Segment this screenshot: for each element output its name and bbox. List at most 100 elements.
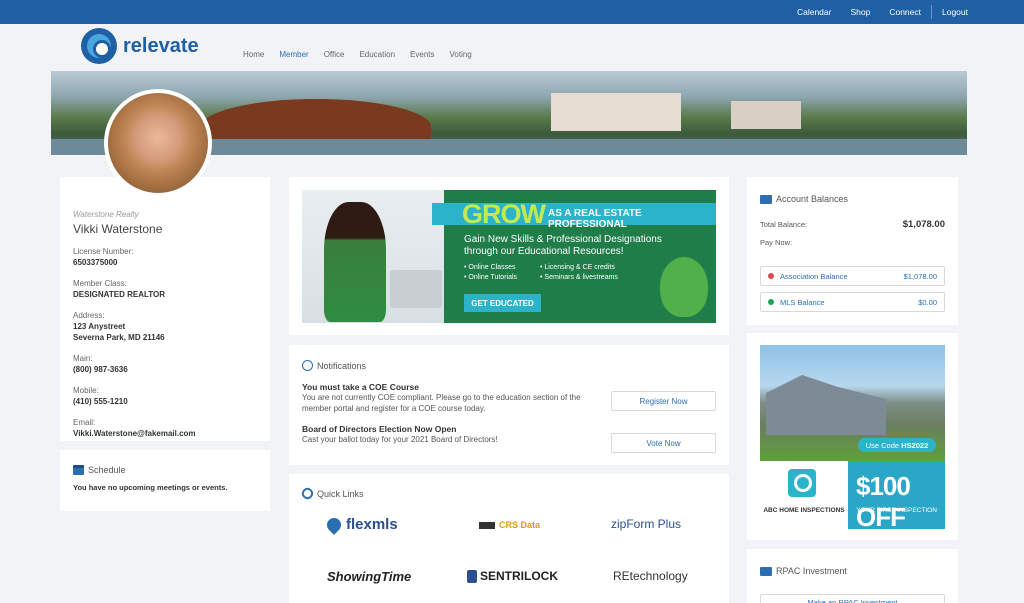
brand-name: relevate [123,34,199,57]
brand-logo[interactable]: relevate [81,28,199,64]
rpac-invest-button[interactable]: Make an RPAC Investment [760,594,945,603]
top-bar: Calendar Shop Connect Logout [0,0,1024,24]
flexmls-label: flexmls [346,516,398,533]
nav-events[interactable]: Events [410,50,434,59]
balance-amount: $1,078.00 [903,271,937,281]
total-balance-label: Total Balance: [760,220,808,229]
ad-footer: ABC HOME INSPECTIONS $100 OFF YOUR FIRST… [760,461,945,529]
nav-home[interactable]: Home [243,50,264,59]
notifications-card: Notifications You must take a COE Course… [289,345,729,465]
get-educated-button[interactable]: GET EDUCATED [464,294,541,312]
promo-headline: GROW [462,199,546,229]
top-link-calendar[interactable]: Calendar [797,7,832,17]
mobile-label: Mobile: [73,386,99,395]
flexmls-link[interactable]: flexmls [324,514,398,535]
top-link-connect[interactable]: Connect [889,7,921,17]
notifications-title: Notifications [317,360,367,371]
total-balance-value: $1,078.00 [902,219,945,230]
account-balances-card: Account Balances Total Balance: $1,078.0… [747,177,958,325]
notification-body: Cast your ballot today for your 2021 Boa… [302,435,498,444]
address-line2: Severna Park, MD 21146 [73,333,165,342]
register-now-button[interactable]: Register Now [611,391,716,411]
balance-amount: $0.00 [918,297,937,307]
top-divider [931,5,932,19]
top-link-shop[interactable]: Shop [850,7,870,17]
promo-description: Gain New Skills & Professional Designati… [464,234,662,257]
address-line1: 123 Anystreet [73,322,126,331]
nav-office[interactable]: Office [324,50,345,59]
nav-education[interactable]: Education [359,50,395,59]
logout-link[interactable]: Logout [942,7,968,17]
status-dot-icon [768,273,774,279]
education-promo-banner[interactable]: GROW AS A REAL ESTATE PROFESSIONAL Gain … [302,190,716,323]
main-phone-label: Main: [73,354,93,363]
promo-person [324,202,386,322]
nav-voting[interactable]: Voting [450,50,472,59]
profile-card: Waterstone Realty Vikki Waterstone Licen… [60,177,270,441]
crs-logo-icon [479,521,495,529]
status-dot-icon [768,299,774,305]
calendar-icon [73,465,84,475]
notification-item: You must take a COE Course You are not c… [302,382,598,414]
banner-house [551,93,681,131]
promo-bullet: • Licensing & CE credits [540,264,615,271]
promo-bullets: • Online Classes • Licensing & CE credit… [464,263,664,283]
notification-item: Board of Directors Election Now Open Cas… [302,424,598,445]
notification-title: You must take a COE Course [302,382,419,392]
quick-links-card: Quick Links flexmls CRS Data zipForm Plu… [289,474,729,603]
home-inspection-ad[interactable]: Use Code HS2022 ABC HOME INSPECTIONS $10… [760,345,945,529]
retechnology-link[interactable]: REtechnology [613,569,688,583]
magnifier-icon [788,469,816,497]
rpac-title: RPAC Investment [776,566,847,576]
vote-now-button[interactable]: Vote Now [611,433,716,453]
ad-house-photo: Use Code HS2022 [760,345,945,461]
association-balance-button[interactable]: Association Balance $1,078.00 [760,266,945,286]
profile-company: Waterstone Realty [73,210,139,219]
nav-member[interactable]: Member [279,50,308,59]
showingtime-link[interactable]: ShowingTime [327,569,411,584]
pay-now-label: Pay Now: [760,238,793,247]
ad-company: ABC HOME INSPECTIONS [760,461,848,529]
ad-company-name: ABC HOME INSPECTIONS [763,507,845,514]
mls-balance-button[interactable]: MLS Balance $0.00 [760,292,945,312]
promo-content: GROW AS A REAL ESTATE PROFESSIONAL Gain … [432,190,716,323]
card-icon [760,566,772,576]
promo-code-prefix: Use Code [865,440,900,450]
license-value: 6503375000 [73,258,118,267]
quick-links-title: Quick Links [317,488,364,499]
sentrilock-link[interactable]: SENTRILOCK [467,569,558,583]
ad-houses [766,375,886,435]
promo-code-badge: Use Code HS2022 [858,438,936,452]
crs-data-link[interactable]: CRS Data [479,520,540,530]
member-class-value: DESIGNATED REALTOR [73,290,166,299]
leaf-icon [660,257,708,317]
rpac-card: RPAC Investment Make an RPAC Investment [747,549,958,603]
promo-photo [302,190,444,323]
promo-laptop [390,270,442,308]
profile-avatar [104,89,212,197]
zipform-link[interactable]: zipForm Plus [611,517,681,531]
promo-bullet: • Online Classes [464,264,516,271]
promo-bullet: • Seminars & livestreams [540,274,618,281]
promo-subheadline: AS A REAL ESTATE PROFESSIONAL [548,208,642,230]
total-balance-row: Total Balance: $1,078.00 [760,219,945,230]
banner-house-small [731,101,801,129]
sentrilock-label: SENTRILOCK [480,569,558,583]
balance-name: MLS Balance [780,297,825,307]
profile-name: Vikki Waterstone [73,222,163,236]
notification-body: You are not currently COE compliant. Ple… [302,393,581,413]
email-value[interactable]: Vikki.Waterstone@fakemail.com [73,428,257,439]
education-promo-card: GROW AS A REAL ESTATE PROFESSIONAL Gain … [289,177,729,335]
schedule-title: Schedule [88,465,126,475]
promo-code: HS2022 [901,440,929,450]
ad-offer-amount: $100 OFF [856,471,911,529]
main-nav: Home Member Office Education Events Voti… [243,50,487,59]
location-pin-icon [324,514,344,535]
member-class-label: Member Class: [73,279,127,288]
address-label: Address: [73,311,105,320]
ad-offer-sub: YOUR FIRST INSPECTION [856,507,937,514]
clock-icon [302,360,313,371]
balance-name: Association Balance [780,271,848,281]
mobile-value: (410) 555-1210 [73,397,128,406]
wallet-icon [760,194,772,204]
